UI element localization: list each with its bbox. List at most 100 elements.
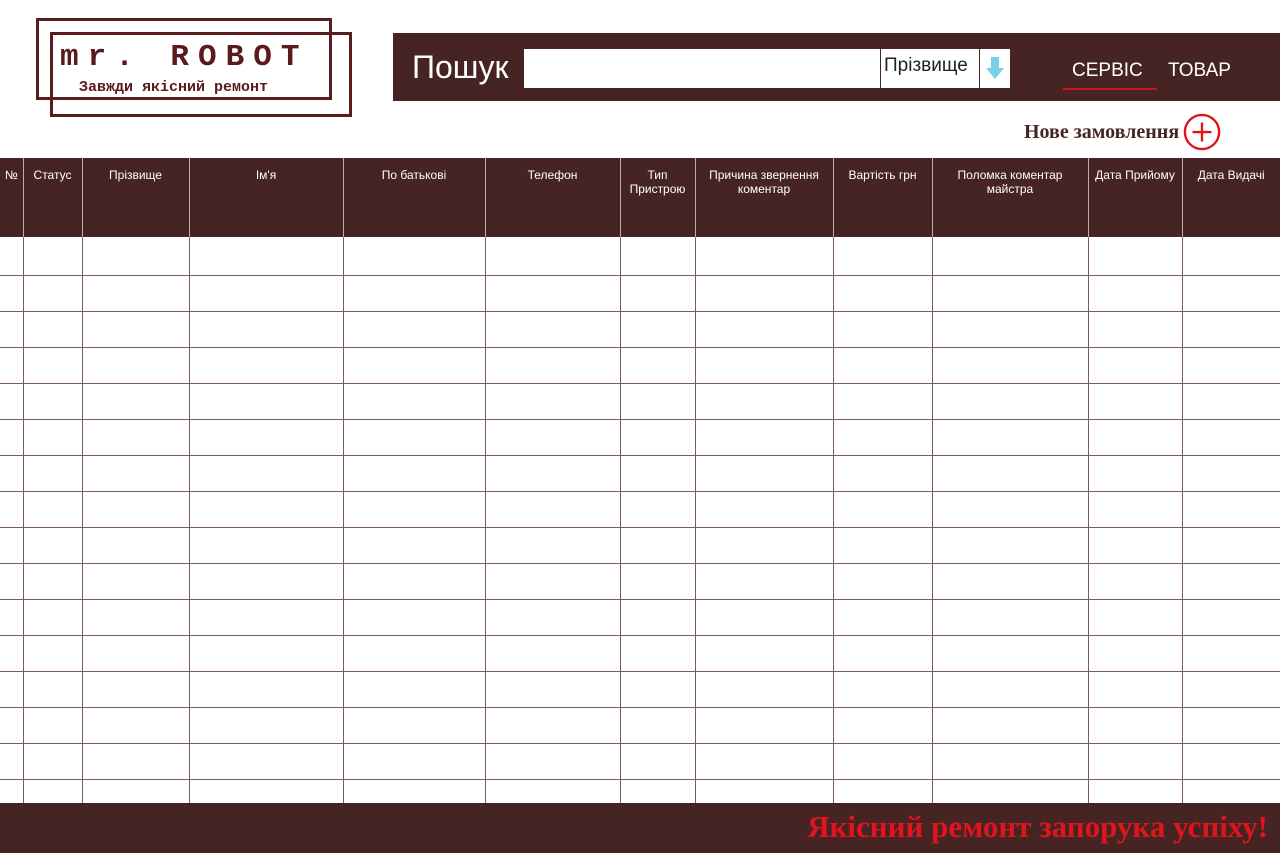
table-cell[interactable] <box>81 563 189 600</box>
table-cell[interactable] <box>931 599 1088 636</box>
table-cell[interactable] <box>1181 527 1280 564</box>
table-cell[interactable] <box>694 491 833 528</box>
table-cell[interactable] <box>22 563 82 600</box>
table-cell[interactable] <box>694 275 833 312</box>
table-cell[interactable] <box>188 527 343 564</box>
table-cell[interactable] <box>619 527 695 564</box>
table-cell[interactable] <box>342 635 485 672</box>
table-cell[interactable] <box>188 455 343 492</box>
table-cell[interactable] <box>1181 275 1280 312</box>
table-cell[interactable] <box>931 491 1088 528</box>
table-cell[interactable] <box>1181 237 1280 276</box>
table-cell[interactable] <box>1087 599 1182 636</box>
table-cell[interactable] <box>81 455 189 492</box>
dropdown-button[interactable] <box>980 49 1010 88</box>
table-cell[interactable] <box>694 599 833 636</box>
table-cell[interactable] <box>484 743 620 780</box>
table-cell[interactable] <box>832 563 932 600</box>
table-cell[interactable] <box>188 743 343 780</box>
table-cell[interactable] <box>832 491 932 528</box>
table-cell[interactable] <box>0 311 23 348</box>
table-cell[interactable] <box>22 275 82 312</box>
table-cell[interactable] <box>484 635 620 672</box>
column-header[interactable]: Дата Видачі <box>1181 158 1280 237</box>
table-cell[interactable] <box>1181 779 1280 803</box>
column-header[interactable]: Причина звернення коментар <box>694 158 833 237</box>
table-cell[interactable] <box>188 779 343 803</box>
table-cell[interactable] <box>619 779 695 803</box>
table-cell[interactable] <box>0 743 23 780</box>
table-cell[interactable] <box>188 635 343 672</box>
table-cell[interactable] <box>832 455 932 492</box>
table-cell[interactable] <box>188 275 343 312</box>
table-cell[interactable] <box>694 419 833 456</box>
table-cell[interactable] <box>484 491 620 528</box>
table-cell[interactable] <box>188 671 343 708</box>
table-cell[interactable] <box>484 707 620 744</box>
table-cell[interactable] <box>1087 527 1182 564</box>
table-cell[interactable] <box>1087 419 1182 456</box>
table-cell[interactable] <box>0 491 23 528</box>
table-row[interactable] <box>0 599 1280 636</box>
table-cell[interactable] <box>619 275 695 312</box>
table-cell[interactable] <box>342 743 485 780</box>
table-cell[interactable] <box>22 671 82 708</box>
table-cell[interactable] <box>342 671 485 708</box>
table-cell[interactable] <box>81 635 189 672</box>
column-header[interactable]: Прізвище <box>81 158 189 237</box>
table-cell[interactable] <box>619 491 695 528</box>
column-header[interactable]: № <box>0 158 23 237</box>
table-cell[interactable] <box>1087 491 1182 528</box>
table-cell[interactable] <box>832 311 932 348</box>
table-cell[interactable] <box>1181 707 1280 744</box>
table-cell[interactable] <box>619 455 695 492</box>
table-row[interactable] <box>0 527 1280 564</box>
table-cell[interactable] <box>22 311 82 348</box>
table-cell[interactable] <box>694 383 833 420</box>
table-cell[interactable] <box>1181 743 1280 780</box>
table-row[interactable] <box>0 455 1280 492</box>
table-row[interactable] <box>0 347 1280 384</box>
table-cell[interactable] <box>81 275 189 312</box>
nav-goods[interactable]: ТОВАР <box>1168 60 1231 82</box>
table-cell[interactable] <box>188 311 343 348</box>
table-cell[interactable] <box>931 419 1088 456</box>
table-cell[interactable] <box>832 237 932 276</box>
table-cell[interactable] <box>832 779 932 803</box>
table-cell[interactable] <box>1181 419 1280 456</box>
table-cell[interactable] <box>619 237 695 276</box>
table-cell[interactable] <box>694 743 833 780</box>
table-cell[interactable] <box>484 419 620 456</box>
table-row[interactable] <box>0 563 1280 600</box>
table-cell[interactable] <box>694 237 833 276</box>
table-cell[interactable] <box>1087 779 1182 803</box>
table-cell[interactable] <box>1087 311 1182 348</box>
table-cell[interactable] <box>832 275 932 312</box>
table-cell[interactable] <box>342 311 485 348</box>
table-cell[interactable] <box>1087 237 1182 276</box>
table-row[interactable] <box>0 275 1280 312</box>
table-row[interactable] <box>0 419 1280 456</box>
table-cell[interactable] <box>81 347 189 384</box>
table-row[interactable] <box>0 383 1280 420</box>
nav-service[interactable]: СЕРВІС <box>1063 60 1157 90</box>
table-cell[interactable] <box>619 671 695 708</box>
column-header[interactable]: Телефон <box>484 158 620 237</box>
table-row[interactable] <box>0 779 1280 803</box>
table-cell[interactable] <box>931 311 1088 348</box>
table-cell[interactable] <box>188 347 343 384</box>
table-cell[interactable] <box>931 275 1088 312</box>
table-cell[interactable] <box>484 455 620 492</box>
table-row[interactable] <box>0 491 1280 528</box>
table-cell[interactable] <box>619 635 695 672</box>
table-cell[interactable] <box>1181 563 1280 600</box>
table-cell[interactable] <box>931 563 1088 600</box>
table-cell[interactable] <box>1181 383 1280 420</box>
table-cell[interactable] <box>22 419 82 456</box>
table-cell[interactable] <box>832 635 932 672</box>
table-cell[interactable] <box>22 455 82 492</box>
table-cell[interactable] <box>931 237 1088 276</box>
table-cell[interactable] <box>0 779 23 803</box>
table-cell[interactable] <box>832 743 932 780</box>
table-cell[interactable] <box>188 563 343 600</box>
